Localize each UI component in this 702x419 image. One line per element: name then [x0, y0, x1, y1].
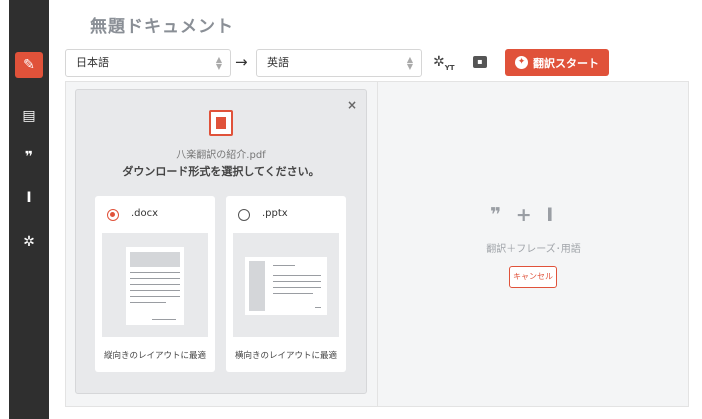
settings-icon[interactable]: ✲ — [14, 229, 44, 255]
format-label-pptx: .pptx — [262, 208, 288, 219]
target-language-value: 英語 — [267, 56, 289, 69]
format-option-pptx[interactable]: .pptx 横向きのレイアウトに最適 — [226, 196, 346, 372]
sidebar: ✎ ▤ ❞ I ✲ — [9, 0, 49, 419]
text-cursor-icon[interactable]: I — [14, 185, 44, 211]
start-translation-button[interactable]: ✦ 翻訳スタート — [505, 49, 609, 76]
left-edge — [0, 0, 9, 419]
settings-sub-label: YT — [444, 63, 455, 72]
arrow-right-icon: → — [235, 53, 248, 71]
document-title[interactable]: 無題ドキュメント — [90, 12, 234, 37]
radio-docx[interactable] — [107, 209, 119, 221]
source-language-value: 日本語 — [76, 56, 109, 69]
landscape-page-thumbnail — [245, 257, 327, 315]
target-language-select[interactable]: 英語 ▲ ▼ — [256, 49, 422, 77]
portrait-preview — [102, 233, 208, 337]
translation-settings-icon[interactable]: ✲YT — [433, 54, 455, 72]
radio-pptx[interactable] — [238, 209, 250, 221]
processing-label: 翻訳＋フレーズ･用語 — [486, 244, 581, 255]
portrait-page-thumbnail — [126, 247, 184, 325]
translation-memory-icons: ❞ + I — [490, 204, 558, 226]
format-caption-docx: 縦向きのレイアウトに最適 — [103, 351, 206, 361]
format-label-docx: .docx — [131, 208, 159, 219]
close-icon[interactable]: × — [347, 98, 357, 112]
format-option-docx[interactable]: .docx 縦向きのレイアウトに最適 — [95, 196, 215, 372]
modal-title: ダウンロード形式を選択してください。 — [122, 165, 320, 178]
source-language-select[interactable]: 日本語 ▲ ▼ — [65, 49, 231, 77]
quote-icon[interactable]: ❞ — [14, 144, 44, 170]
folder-icon[interactable]: ▪ — [473, 56, 487, 68]
chevron-updown-icon: ▲ ▼ — [406, 55, 413, 71]
cancel-button[interactable]: キャンセル — [509, 266, 557, 288]
chevron-updown-icon: ▲ ▼ — [215, 55, 222, 71]
landscape-preview — [233, 233, 339, 337]
start-translation-label: 翻訳スタート — [533, 56, 599, 70]
pdf-file-icon — [209, 110, 233, 136]
file-name: 八楽翻訳の紹介.pdf — [176, 150, 266, 161]
globe-icon: ✦ — [515, 56, 528, 69]
document-icon[interactable]: ▤ — [14, 103, 44, 129]
edit-icon[interactable]: ✎ — [15, 52, 43, 78]
format-caption-pptx: 横向きのレイアウトに最適 — [234, 351, 337, 361]
